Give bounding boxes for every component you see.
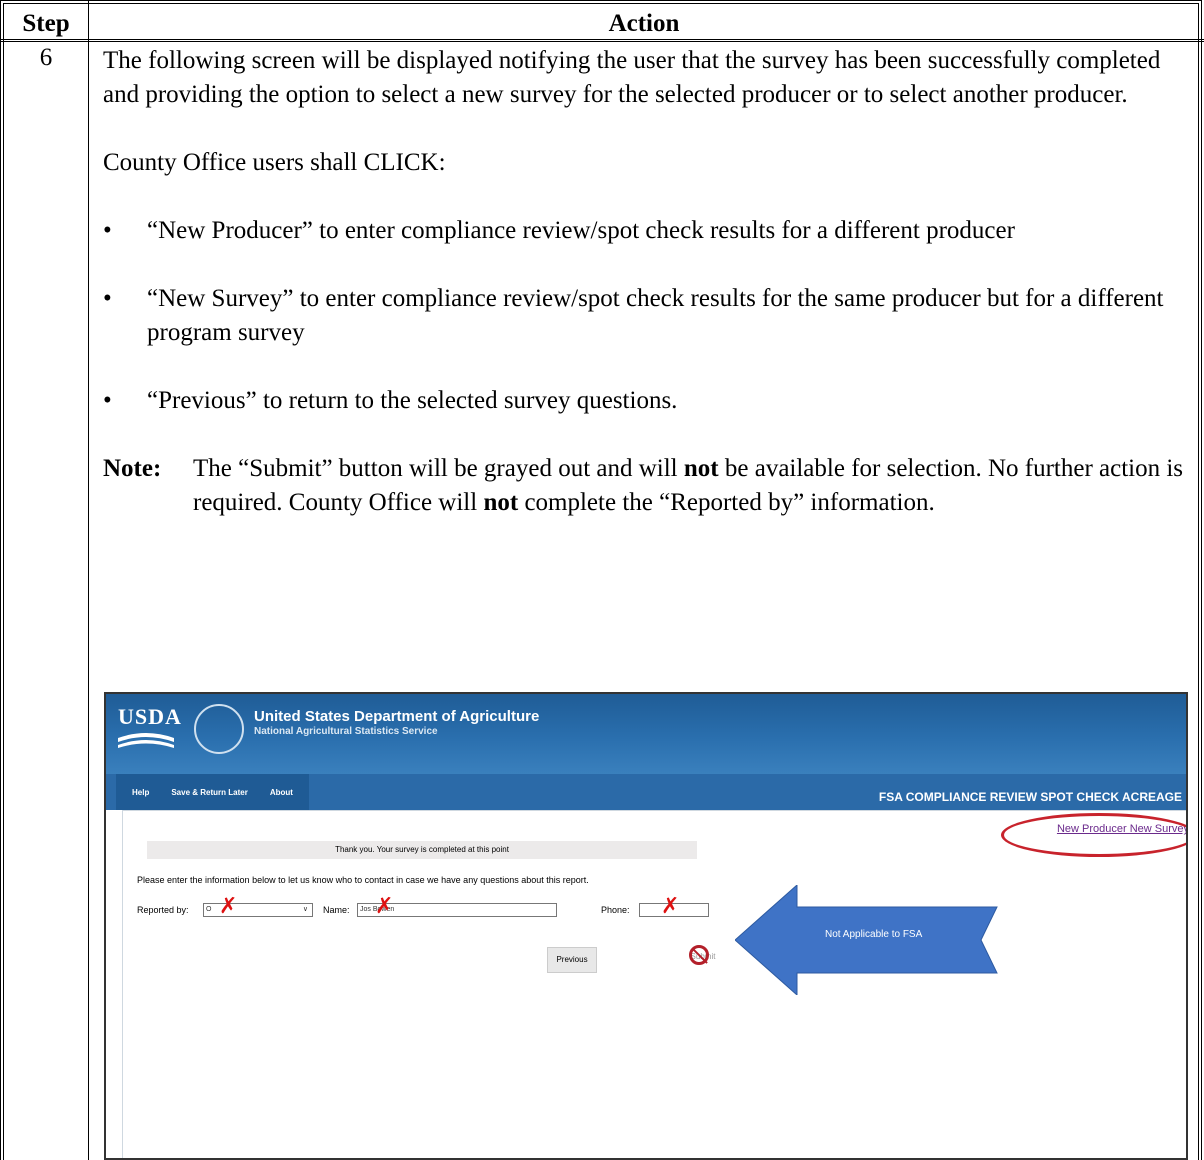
x-mark-icon: ✗	[375, 894, 394, 919]
name-label: Name:	[323, 905, 350, 915]
reported-by-value: O	[206, 906, 212, 913]
x-mark-icon: ✗	[661, 894, 680, 919]
note-text: The “Submit” button will be grayed out a…	[193, 455, 684, 482]
nav-bar: Help Save & Return Later About FSA COMPL…	[106, 774, 1186, 810]
usda-wordmark: USDA	[118, 704, 182, 729]
nav-tabs: Help Save & Return Later About	[116, 774, 309, 810]
previous-button[interactable]: Previous	[547, 947, 597, 973]
nav-save-return[interactable]: Save & Return Later	[171, 788, 247, 797]
note-text: complete the “Reported by” information.	[518, 489, 935, 516]
intro-paragraph: The following screen will be displayed n…	[103, 47, 1161, 108]
completion-message: Thank you. Your survey is completed at t…	[147, 841, 697, 859]
bullet-icon: •	[103, 387, 112, 414]
agency-banner: USDA United States Department of Agricul…	[106, 694, 1186, 774]
nav-help[interactable]: Help	[132, 788, 149, 797]
bullet-icon: •	[103, 217, 112, 244]
survey-panel: New Producer New Survey Thank you. Your …	[122, 810, 1186, 1158]
contact-instructions: Please enter the information below to le…	[137, 875, 589, 885]
highlight-oval	[1001, 813, 1186, 857]
x-mark-icon: ✗	[219, 894, 238, 919]
column-divider	[88, 0, 89, 1160]
header-step: Step	[22, 10, 70, 37]
reported-by-label: Reported by:	[137, 905, 189, 915]
list-item: • “New Producer” to enter compliance revi…	[103, 214, 1193, 248]
usda-logo: USDA	[118, 704, 182, 754]
note-paragraph: Note: The “Submit” button will be grayed …	[103, 452, 1193, 520]
step-number: 6	[39, 44, 53, 71]
bullet-text-new-survey: “New Survey” to enter compliance review/…	[147, 285, 1164, 346]
bullet-text-previous: “Previous” to return to the selected sur…	[147, 387, 678, 414]
org-subname: National Agricultural Statistics Service	[254, 726, 438, 737]
list-item: • “New Survey” to enter compliance review…	[103, 282, 1193, 350]
bullet-text-new-producer: “New Producer” to enter compliance revie…	[147, 217, 1015, 244]
header-action: Action	[608, 10, 680, 37]
contact-form-row: Reported by:	[137, 905, 189, 915]
note-label: Note:	[103, 455, 162, 482]
phone-label: Phone:	[601, 905, 630, 915]
org-name: United States Department of Agriculture	[254, 708, 540, 725]
note-emphasis: not	[483, 489, 519, 516]
usda-swoosh-icon	[118, 733, 174, 748]
action-content: The following screen will be displayed n…	[103, 44, 1193, 520]
embedded-screenshot: USDA United States Department of Agricul…	[104, 692, 1188, 1160]
note-emphasis: not	[683, 455, 719, 482]
chevron-down-icon: ∨	[302, 906, 308, 913]
prohibited-icon	[689, 945, 709, 965]
nav-about[interactable]: About	[270, 788, 293, 797]
click-instruction: County Office users shall CLICK:	[103, 149, 446, 176]
left-arrow-icon	[735, 885, 998, 995]
list-item: • “Previous” to return to the selected su…	[103, 384, 1193, 418]
bullet-icon: •	[103, 285, 112, 312]
nass-seal-icon	[194, 704, 244, 754]
app-title: FSA COMPLIANCE REVIEW SPOT CHECK ACREAGE	[878, 790, 1182, 804]
not-applicable-label: Not Applicable to FSA	[825, 929, 923, 940]
option-list: • “New Producer” to enter compliance revi…	[103, 214, 1193, 418]
